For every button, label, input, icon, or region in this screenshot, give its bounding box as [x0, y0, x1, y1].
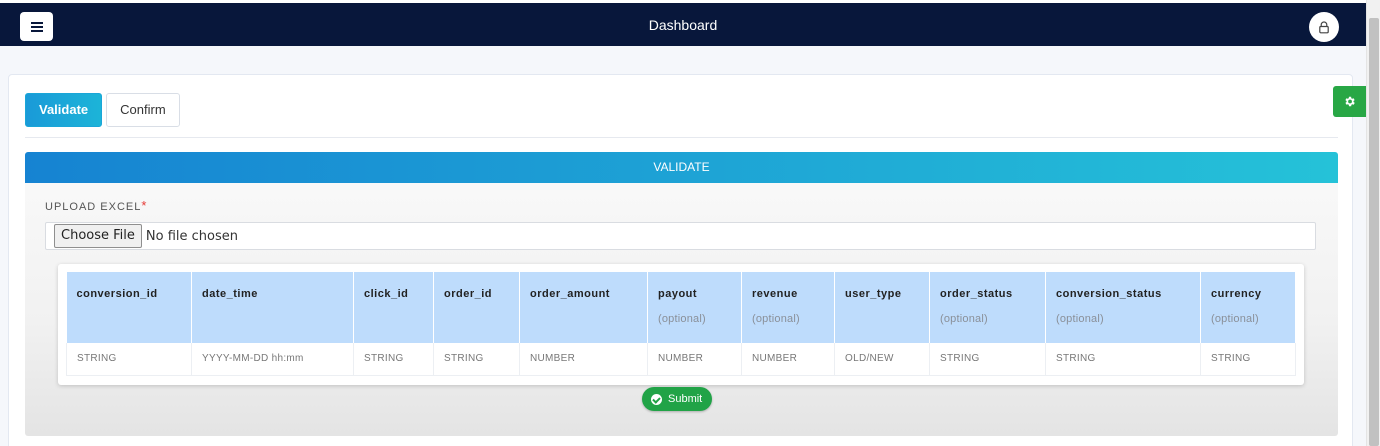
top-navbar: Dashboard: [0, 0, 1366, 46]
page-scrollbar[interactable]: [1366, 0, 1380, 446]
table-cell: OLD/NEW: [834, 343, 930, 376]
table-cell: STRING: [1045, 343, 1201, 376]
scrollbar-thumb[interactable]: [1369, 18, 1379, 446]
column-header: order_amount: [519, 272, 648, 343]
table-cell: STRING: [433, 343, 520, 376]
table-cell: NUMBER: [519, 343, 648, 376]
optional-note: (optional): [1056, 313, 1104, 325]
column-name: order_amount: [530, 288, 610, 300]
settings-button[interactable]: [1333, 86, 1366, 117]
validate-section: VALIDATE UPLOAD EXCEL* Choose File No fi…: [25, 152, 1338, 436]
column-header: click_id: [353, 272, 434, 343]
upload-label: UPLOAD EXCEL*: [45, 198, 147, 213]
optional-note: (optional): [658, 313, 706, 325]
page: Dashboard Validate Confirm VALIDATE UPLO…: [0, 0, 1380, 446]
column-header: order_id: [433, 272, 520, 343]
page-title: Dashboard: [648, 17, 718, 33]
submit-button[interactable]: Submit: [642, 387, 713, 411]
column-name: date_time: [202, 288, 258, 300]
column-name: conversion_status: [1056, 288, 1162, 300]
choose-file-button[interactable]: Choose File: [54, 224, 142, 248]
section-header: VALIDATE: [25, 152, 1338, 183]
column-name: revenue: [752, 288, 798, 300]
table-row: STRING YYYY-MM-DD hh:mm STRING STRING NU…: [66, 343, 1296, 376]
divider: [25, 137, 1338, 138]
format-table: conversion_id date_time click_id order_i…: [66, 272, 1296, 376]
user-avatar-button[interactable]: [1309, 12, 1339, 42]
column-header: conversion_id: [66, 272, 192, 343]
table-cell: NUMBER: [647, 343, 742, 376]
column-name: order_status: [940, 288, 1013, 300]
gear-icon: [1345, 96, 1355, 107]
column-name: conversion_id: [76, 288, 158, 300]
column-header: conversion_status (optional): [1045, 272, 1201, 343]
optional-note: (optional): [940, 313, 988, 325]
file-status: No file chosen: [145, 228, 238, 244]
format-table-card: conversion_id date_time click_id order_i…: [58, 264, 1304, 385]
column-name: user_type: [845, 288, 902, 300]
table-cell: NUMBER: [741, 343, 835, 376]
tab-confirm[interactable]: Confirm: [106, 93, 180, 127]
submit-label: Submit: [668, 393, 703, 405]
optional-note: (optional): [752, 313, 800, 325]
tab-validate[interactable]: Validate: [25, 93, 103, 127]
table-header-row: conversion_id date_time click_id order_i…: [66, 272, 1296, 343]
table-cell: YYYY-MM-DD hh:mm: [191, 343, 354, 376]
column-header: date_time: [191, 272, 354, 343]
table-cell: STRING: [929, 343, 1046, 376]
required-mark: *: [141, 198, 148, 213]
column-name: click_id: [364, 288, 409, 300]
column-name: payout: [658, 288, 698, 300]
column-name: currency: [1211, 288, 1262, 300]
table-cell: STRING: [353, 343, 434, 376]
main-card: Validate Confirm VALIDATE UPLOAD EXCEL* …: [8, 74, 1353, 446]
table-cell: STRING: [66, 343, 192, 376]
file-input[interactable]: Choose File No file chosen: [45, 222, 1316, 250]
column-header: revenue (optional): [741, 272, 835, 343]
column-header: user_type: [834, 272, 930, 343]
optional-note: (optional): [1211, 313, 1259, 325]
column-header: currency (optional): [1200, 272, 1296, 343]
column-name: order_id: [444, 288, 493, 300]
check-circle-icon: [651, 393, 662, 405]
column-header: order_status (optional): [929, 272, 1046, 343]
table-cell: STRING: [1200, 343, 1296, 376]
upload-label-text: UPLOAD EXCEL: [45, 201, 142, 213]
tab-bar: Validate Confirm: [25, 93, 180, 127]
user-lock-icon: [1319, 20, 1329, 33]
column-header: payout (optional): [647, 272, 742, 343]
